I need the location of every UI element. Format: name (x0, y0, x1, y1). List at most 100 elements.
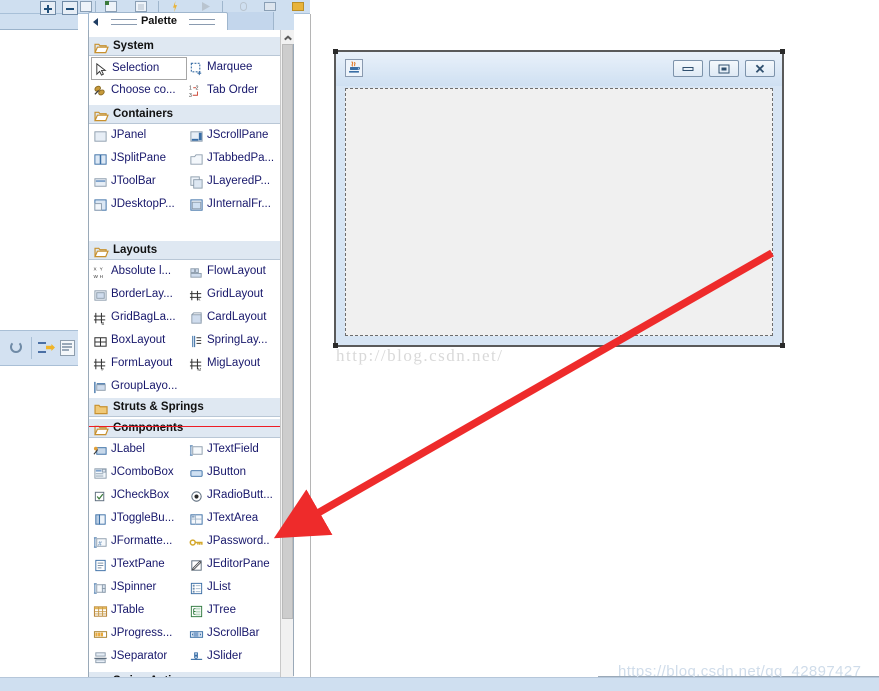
tab-palette[interactable]: Palette (88, 12, 228, 30)
palette-item-label: JComboBox (111, 466, 174, 478)
springlayout-icon (189, 334, 204, 349)
palette-item-jtextfield[interactable]: JTextField (187, 439, 283, 462)
palette-item-borderlay[interactable]: BorderLay... (91, 284, 187, 307)
close-icon[interactable]: ✕ (745, 60, 775, 77)
palette-item-absolute-l[interactable]: X Y W H Absolute l... (91, 261, 187, 284)
palette-category-label: Containers (113, 108, 174, 120)
palette-item-jtable[interactable]: JTable (91, 600, 187, 623)
palette-item-jpassword[interactable]: JPassword.. (187, 531, 283, 554)
palette-category-components[interactable]: Components (89, 418, 281, 438)
palette-item-gridlayout[interactable]: A GridLayout (187, 284, 283, 307)
palette-item-label: Absolute l... (111, 265, 172, 277)
palette-item-label: MigLayout (207, 357, 261, 369)
palette-item-label: JLabel (111, 443, 145, 455)
canvas-top-strip (310, 0, 879, 14)
scrollbar-thumb[interactable] (282, 44, 293, 619)
palette-item-jlabel[interactable]: JLabel (91, 439, 187, 462)
palette-item-label: JButton (207, 466, 246, 478)
jlabel-icon (93, 443, 108, 458)
palette-item-label: JFormatte... (111, 535, 173, 547)
palette-category-label: Struts & Springs (113, 401, 204, 413)
palette-item-jsplitpane[interactable]: JSplitPane (91, 148, 187, 171)
grouplayout-icon (93, 380, 108, 395)
palette-category-containers[interactable]: Containers (89, 104, 281, 124)
boxlayout-icon (93, 334, 108, 349)
content-pane[interactable] (345, 88, 773, 336)
palette-item-label: BoxLayout (111, 334, 166, 346)
jframe-preview[interactable]: ✕ (333, 49, 785, 348)
gridlayout-icon: A (189, 288, 204, 303)
jseparator-icon (93, 650, 108, 665)
palette-item-label: JToolBar (111, 175, 156, 187)
palette-item-boxlayout[interactable]: BoxLayout (91, 330, 187, 353)
jtree-icon (189, 604, 204, 619)
palette-scrollbar[interactable] (280, 30, 294, 690)
source-icon[interactable] (58, 337, 80, 359)
palette-item-flowlayout[interactable]: FlowLayout (187, 261, 283, 284)
palette-item-marquee[interactable]: Marquee (187, 57, 283, 80)
palette-item-jcombobox[interactable]: JComboBox (91, 462, 187, 485)
palette-item-jseparator[interactable]: JSeparator (91, 646, 187, 669)
palette-category-system[interactable]: System (89, 36, 281, 56)
maximize-icon[interactable] (709, 60, 739, 77)
resize-handle-ne[interactable] (780, 49, 785, 54)
palette-item-jscrollpane[interactable]: JScrollPane (187, 125, 283, 148)
palette-item-jscrollbar[interactable]: JScrollBar (187, 623, 283, 646)
choose-comp-icon (93, 84, 108, 99)
palette-item-grouplayo[interactable]: GroupLayo... (91, 376, 187, 399)
palette-item-jspinner[interactable]: JSpinner (91, 577, 187, 600)
zoom-in-icon[interactable] (40, 1, 56, 15)
palette-item-tab-order[interactable]: 1 2 3 Tab Order (187, 80, 283, 103)
palette-item-jtabbedpa[interactable]: JTabbedPa... (187, 148, 283, 171)
palette-item-jdesktopp[interactable]: JDesktopP... (91, 194, 187, 217)
indent-icon[interactable] (36, 337, 58, 359)
palette-category-label: System (113, 40, 154, 52)
palette-panel: Palette System Selection Marquee Choose co.… (88, 12, 294, 691)
palette-item-jpanel[interactable]: JPanel (91, 125, 187, 148)
left-strip-header (0, 1, 78, 30)
palette-item-gridbagla[interactable]: B GridBagLa... (91, 307, 187, 330)
palette-item-label: JSlider (207, 650, 243, 662)
svg-text:Y: Y (100, 267, 104, 272)
palette-item-jslider[interactable]: JSlider (187, 646, 283, 669)
palette-item-miglayout[interactable]: M MigLayout (187, 353, 283, 376)
jtextpane-icon (93, 558, 108, 573)
palette-item-label: JScrollBar (207, 627, 260, 639)
palette-item-jlayeredp[interactable]: JLayeredP... (187, 171, 283, 194)
palette-item-jinternalfr[interactable]: JInternalFr... (187, 194, 283, 217)
zoom-out-icon[interactable] (62, 1, 78, 15)
palette-item-choose-co[interactable]: Choose co... (91, 80, 187, 103)
palette-item-jlist[interactable]: JList (187, 577, 283, 600)
palette-item-label: JProgress... (111, 627, 173, 639)
palette-category-struts-springs[interactable]: Struts & Springs (89, 397, 281, 417)
tab-order-icon: 123 (189, 84, 204, 100)
palette-category-label: Components (113, 422, 184, 434)
palette-item-jprogress[interactable]: JProgress... (91, 623, 187, 646)
palette-item-selection[interactable]: Selection (91, 57, 187, 80)
palette-item-jbutton[interactable]: JButton (187, 462, 283, 485)
minimize-icon[interactable] (673, 60, 703, 77)
palette-item-jtextpane[interactable]: JTextPane (91, 554, 187, 577)
palette-tab-row: Palette (88, 12, 294, 30)
resize-handle-nw[interactable] (333, 49, 338, 54)
resize-handle-se[interactable] (780, 343, 785, 348)
palette-item-jradiobutt[interactable]: JRadioButt... (187, 485, 283, 508)
palette-item-jtree[interactable]: JTree (187, 600, 283, 623)
palette-item-springlay[interactable]: SpringLay... (187, 330, 283, 353)
palette-item-jtoolbar[interactable]: JToolBar (91, 171, 187, 194)
refresh-icon[interactable] (6, 337, 28, 359)
palette-item-jeditorpane[interactable]: JEditorPane (187, 554, 283, 577)
jtextarea-icon (189, 512, 204, 527)
palette-category-layouts[interactable]: Layouts (89, 240, 281, 260)
palette-item-jtextarea[interactable]: JTextArea (187, 508, 283, 531)
palette-item-jcheckbox[interactable]: JCheckBox (91, 485, 187, 508)
absolutelayout-icon: XYWH (93, 265, 108, 280)
palette-item-formlayout[interactable]: F FormLayout (91, 353, 187, 376)
palette-item-cardlayout[interactable]: CardLayout (187, 307, 283, 330)
app-window: System (0, 0, 879, 691)
chevron-up-icon[interactable] (281, 30, 294, 44)
palette-item-jtogglebu[interactable]: JToggleBu... (91, 508, 187, 531)
palette-item-label: JEditorPane (207, 558, 270, 570)
svg-text:1: 1 (189, 86, 192, 92)
palette-item-jformatte[interactable]: # JFormatte... (91, 531, 187, 554)
